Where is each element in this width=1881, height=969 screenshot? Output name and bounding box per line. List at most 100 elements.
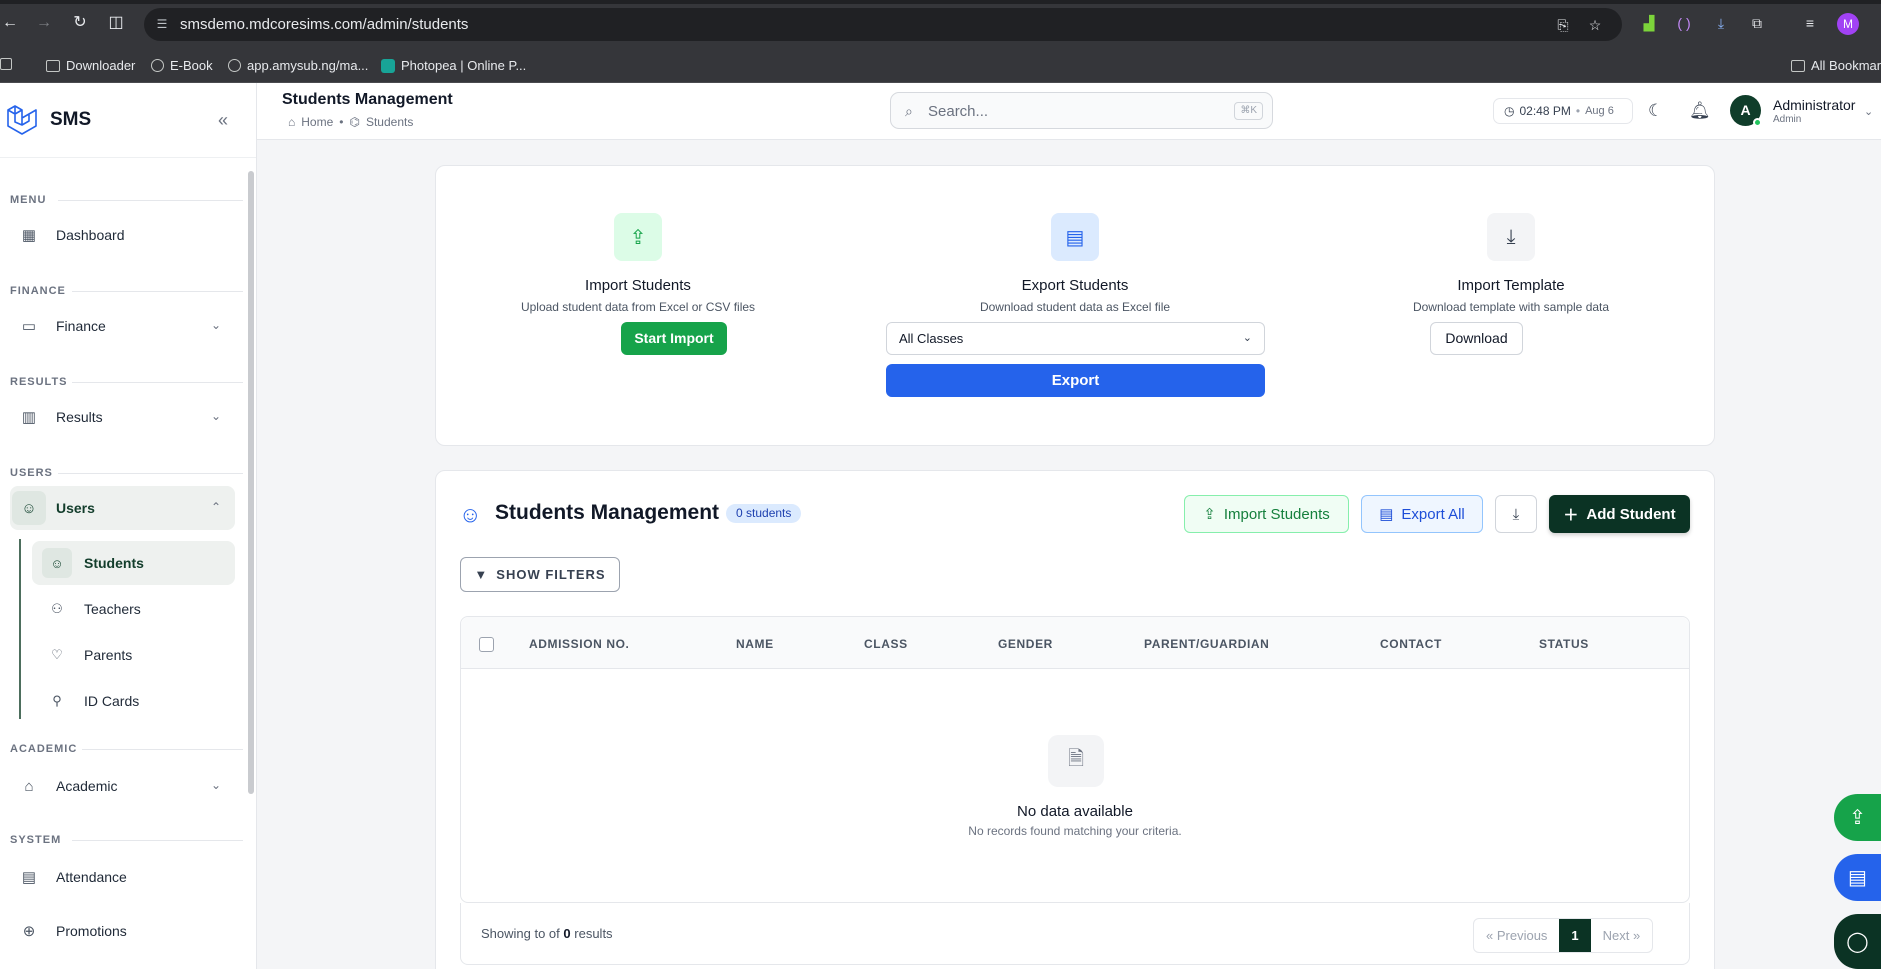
start-import-button[interactable]: Start Import [621,322,727,355]
bar-chart-icon: ▥ [21,409,37,426]
export-button[interactable]: Export [886,364,1265,397]
heart-icon: ♡ [51,647,63,662]
bookmark-amysub[interactable]: app.amysub.ng/ma... [228,58,368,73]
extensions-puzzle-icon[interactable]: ⧉ [1748,14,1766,32]
chat-button[interactable]: ◯ [1834,914,1881,969]
sidebar-item-dashboard[interactable]: ▦ Dashboard [10,213,235,257]
extension-download-icon[interactable]: ⤓ [1712,14,1730,32]
add-student-button[interactable]: ＋ Add Student [1549,495,1690,533]
sidebar-subitem-teachers[interactable]: ⚇ Teachers [32,587,235,631]
clock-icon: ◷ [1504,104,1515,118]
calendar-icon: ▤ [21,869,37,886]
user-avatar[interactable]: A [1730,95,1762,127]
download-button[interactable]: ⤓ [1495,495,1537,533]
section-menu: MENU [10,194,243,206]
user-name[interactable]: Administrator [1773,97,1855,113]
student-count-badge: 0 students [726,504,802,523]
forward-icon[interactable]: → [34,13,54,33]
profile-avatar[interactable]: M [1837,13,1859,35]
sidebar-subitem-parents[interactable]: ♡ Parents [32,633,235,677]
sidebar-item-attendance[interactable]: ▤ Attendance [10,855,235,899]
sidebar-item-results[interactable]: ▥ Results ⌄ [10,395,235,439]
tile-import: ⇪ Import Students Upload student data fr… [473,213,803,314]
user-role: Admin [1773,114,1802,125]
col-gender[interactable]: GENDER [998,637,1053,651]
sidebar: SMS « MENU ▦ Dashboard FINANCE ▭ Finance… [0,83,257,969]
globe-icon [151,59,164,72]
dashboard-grid-icon: ▦ [21,227,37,244]
bookmark-photopea[interactable]: Photopea | Online P... [381,58,526,73]
media-control-icon[interactable]: ≡ [1801,14,1819,32]
col-parent-guardian[interactable]: PARENT/GUARDIAN [1144,637,1269,651]
chevron-down-icon: ⌄ [210,778,221,792]
chevron-up-icon: ⌃ [210,500,221,514]
all-bookmarks[interactable]: All Bookmar [1791,58,1881,73]
download-template-button[interactable]: Download [1430,322,1523,355]
table-header: ADMISSION NO. NAME CLASS GENDER PARENT/G… [461,617,1689,669]
select-all-checkbox[interactable] [479,637,494,652]
reload-icon[interactable]: ↻ [70,13,90,33]
chevron-down-icon[interactable]: ⌄ [1864,105,1873,118]
col-admission-no[interactable]: ADMISSION NO. [529,637,629,651]
download-icon: ⤓ [1512,505,1520,523]
bookmark-downloader[interactable]: Downloader [46,58,135,73]
class-select[interactable]: All Classes ⌄ [886,322,1265,355]
sidebar-item-academic[interactable]: ⌂ Academic ⌄ [10,764,235,808]
sidebar-subitem-students[interactable]: ☺ Students [32,541,235,585]
spreadsheet-icon: ▤ [1051,213,1099,261]
search-input[interactable]: ⌕ Search... ⌘K [890,92,1273,129]
bookmark-ebook[interactable]: E-Book [151,58,213,73]
user-icon: ⚲ [52,693,62,708]
sidebar-subitem-id-cards[interactable]: ⚲ ID Cards [32,679,235,723]
home-icon: ⌂ [288,115,296,129]
chevron-down-icon: ⌄ [210,318,221,332]
page-1-button[interactable]: 1 [1559,919,1591,952]
moon-icon[interactable]: ☾ [1648,101,1663,121]
col-class[interactable]: CLASS [864,637,908,651]
arrow-up-circle-icon: ⊕ [22,923,36,940]
current-time: 02:48 PM [1519,104,1571,118]
url-text[interactable]: smsdemo.mdcoresims.com/admin/students [180,16,468,33]
install-app-icon[interactable]: ⎘ [1554,16,1572,34]
apps-grid-icon[interactable] [0,58,12,70]
back-icon[interactable]: ← [0,13,20,33]
folder-icon [46,59,60,72]
breadcrumb-current: Students [365,115,414,129]
search-icon: ⌕ [905,103,913,119]
students-icon: ☺ [42,548,72,578]
submenu-guide-line [19,539,21,719]
floating-import-button[interactable]: ⇪ [1834,794,1881,841]
col-status[interactable]: STATUS [1539,637,1589,651]
page-title: Students Management [282,91,453,108]
floating-export-button[interactable]: ▤ [1834,854,1881,901]
site-info-icon[interactable]: ☰ [154,16,170,32]
collapse-sidebar-icon[interactable]: « [218,110,228,131]
col-contact[interactable]: CONTACT [1380,637,1442,651]
bookmark-star-icon[interactable]: ☆ [1586,16,1604,34]
sidebar-item-users[interactable]: ☺ Users ⌃ [10,486,235,530]
chevron-down-icon: ⌄ [1242,332,1252,344]
import-students-button[interactable]: ⇪ Import Students [1184,495,1349,533]
show-filters-button[interactable]: ▼ SHOW FILTERS [460,557,620,592]
table-footer: Showing to of 0 results « Previous 1 Nex… [460,903,1690,965]
sidebar-item-promotions[interactable]: ⊕ Promotions [10,909,235,953]
empty-file-icon: 🗎︎ [1048,735,1104,787]
top-header: Students Management ⌂ Home • ⌬ Students … [257,83,1881,140]
sidebar-item-finance[interactable]: ▭ Finance ⌄ [10,304,235,348]
breadcrumb-home[interactable]: Home [301,115,333,129]
previous-page-button[interactable]: « Previous [1474,919,1559,952]
bell-icon[interactable]: 🔔︎ [1689,101,1711,121]
extension-brackets-icon[interactable]: ( ) [1675,14,1693,32]
address-bar[interactable]: ☰ smsdemo.mdcoresims.com/admin/students … [144,8,1622,41]
extension-signal-icon[interactable]: ▟ [1640,14,1658,32]
sidebar-scrollbar[interactable] [248,171,254,794]
search-placeholder: Search... [928,103,989,120]
search-shortcut: ⌘K [1234,102,1263,120]
section-system: SYSTEM [10,834,243,846]
globe-icon [228,59,241,72]
section-users: USERS [10,467,243,479]
col-name[interactable]: NAME [736,637,774,651]
split-view-icon[interactable]: ◫ [106,13,126,33]
next-page-button[interactable]: Next » [1591,919,1653,952]
export-all-button[interactable]: ▤ Export All [1361,495,1483,533]
